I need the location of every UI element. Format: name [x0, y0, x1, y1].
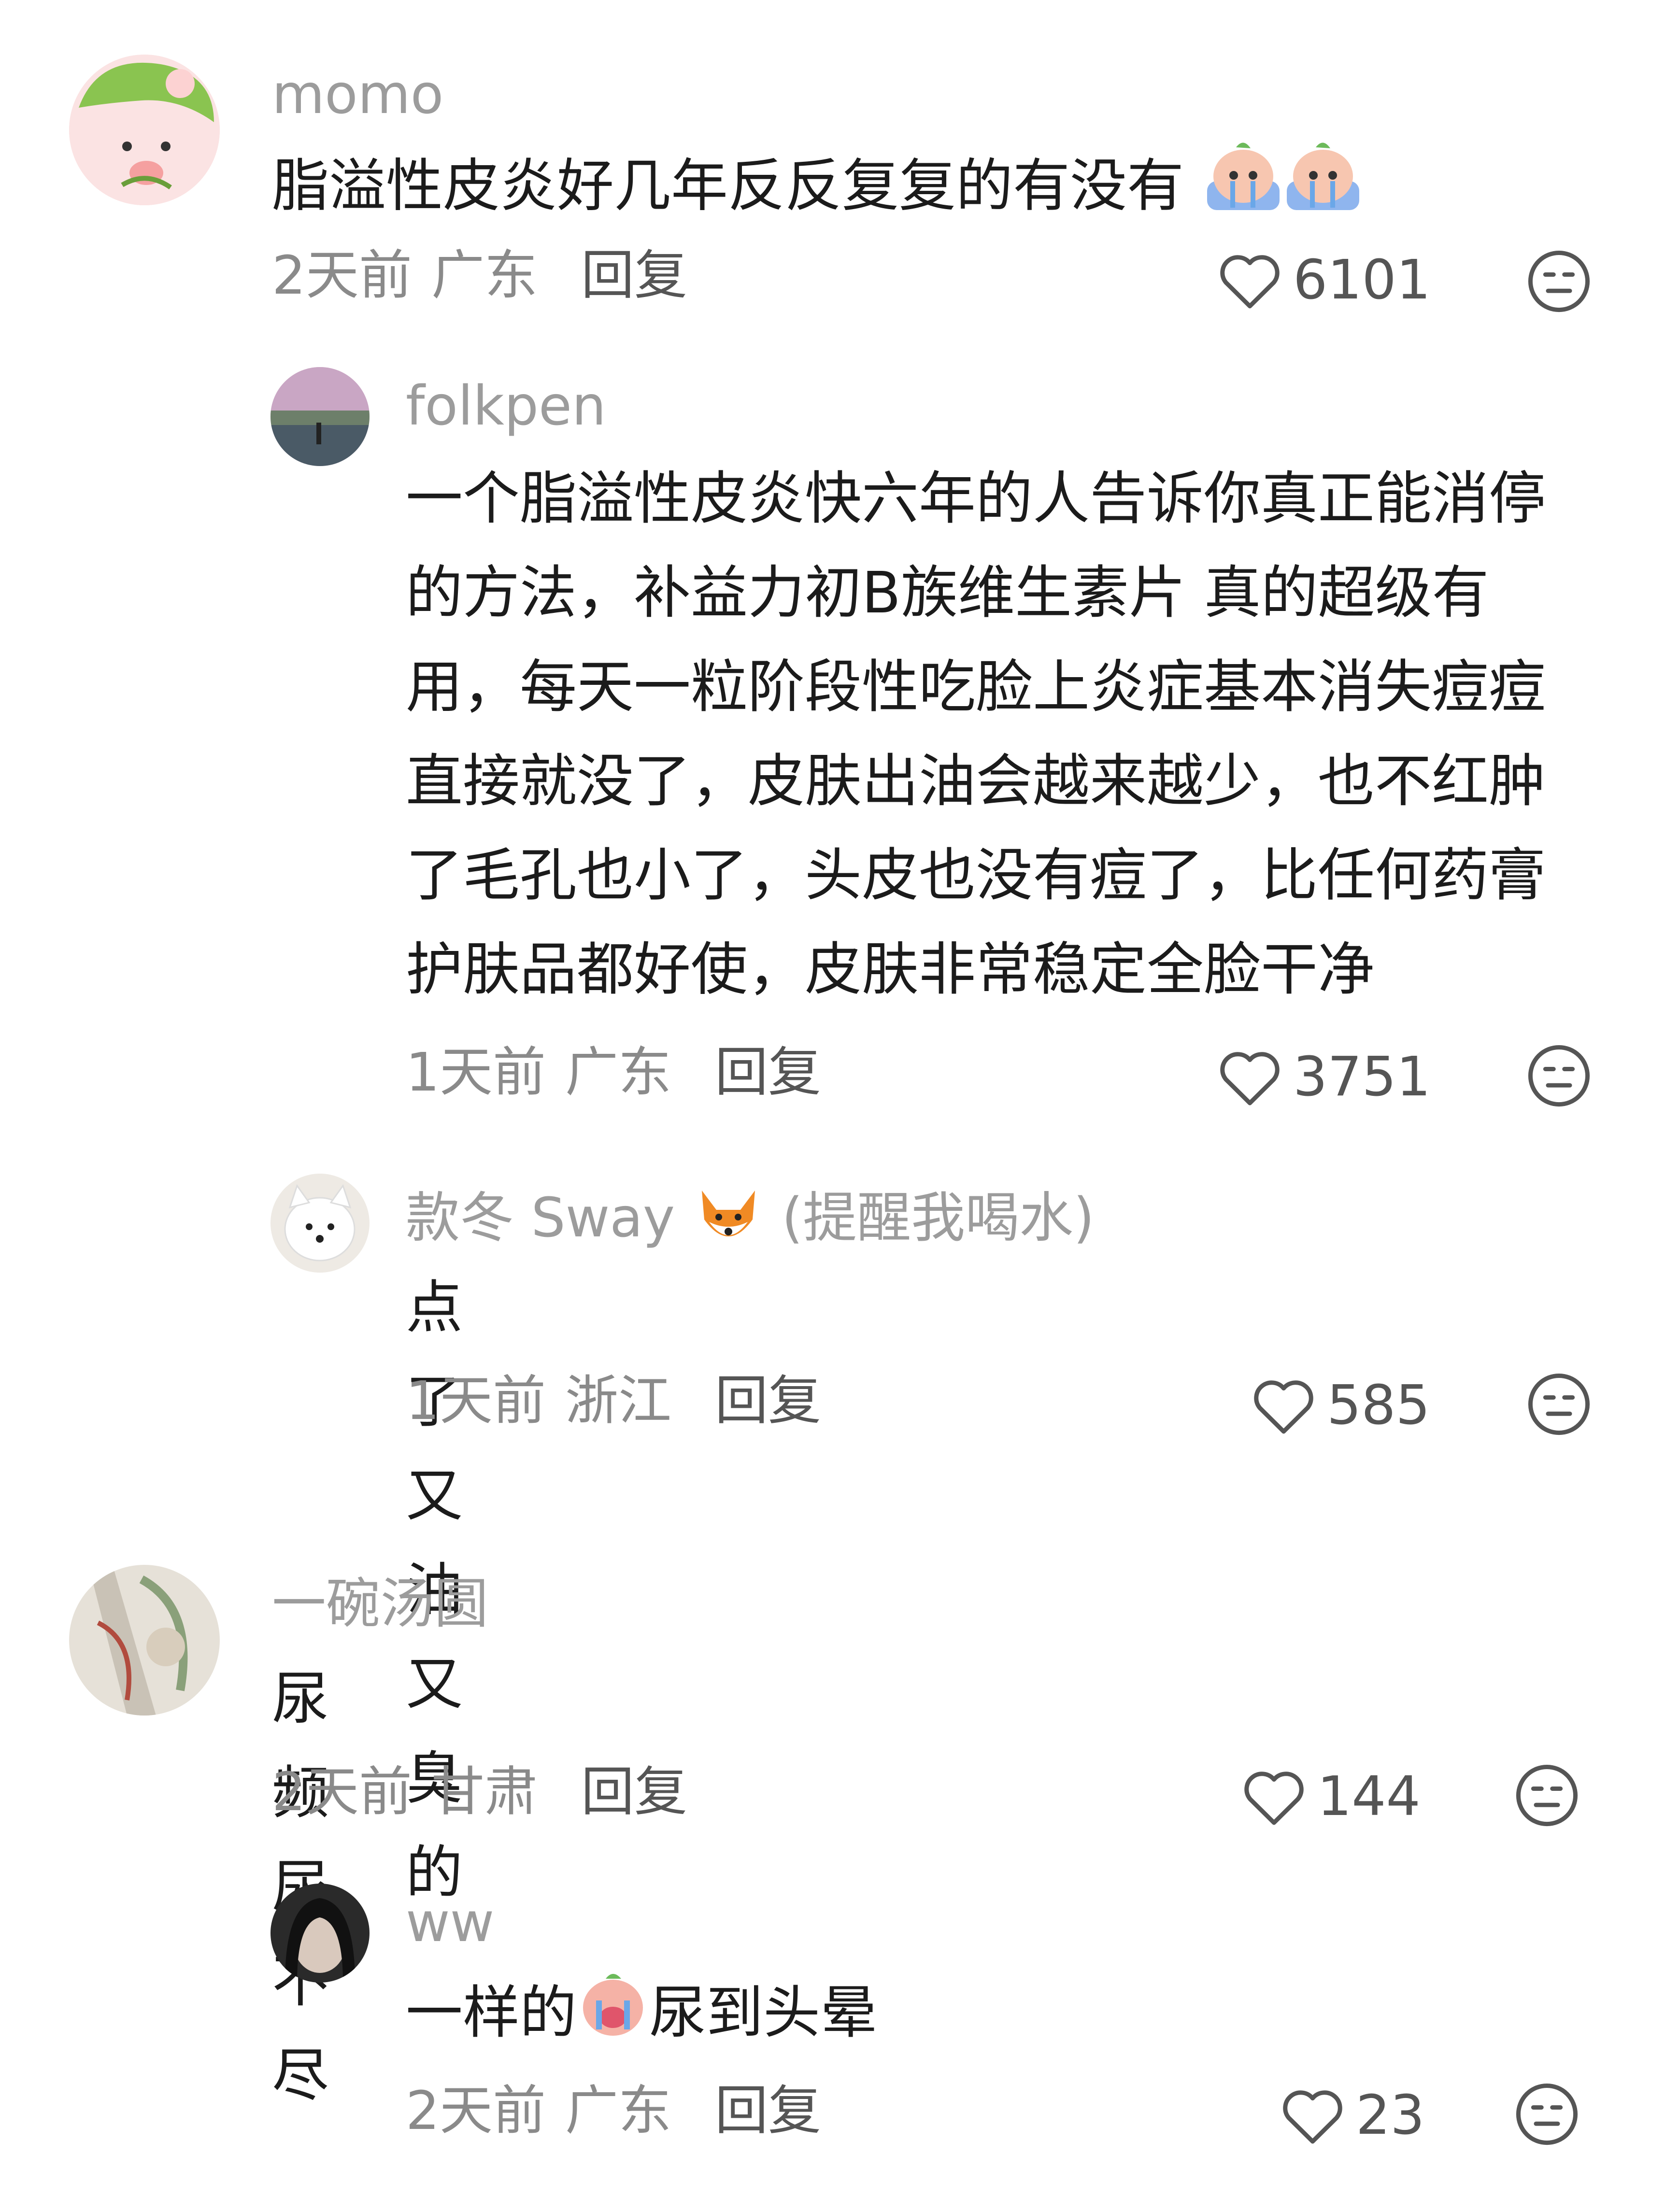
comment-text: 一个脂溢性皮炎快六年的人告诉你真正能消停的方法，补益力初B族维生素片 真的超级有… — [406, 465, 1546, 1003]
heart-outline-icon — [1220, 255, 1280, 308]
username[interactable]: ww — [406, 1896, 494, 1950]
reply-button[interactable]: 回复 — [715, 1370, 821, 1432]
avatar[interactable] — [69, 1565, 220, 1716]
heart-outline-icon — [1220, 1051, 1280, 1105]
like-count: 144 — [1317, 1765, 1421, 1828]
comment-meta: 1天前 广东 回复 — [406, 1046, 821, 1099]
timestamp: 2天前 — [272, 1761, 412, 1823]
like-button[interactable]: 3751 — [1217, 1046, 1431, 1108]
comment-meta: 2天前 广东 回复 — [272, 249, 687, 302]
crying-peach-emoji — [1202, 138, 1362, 242]
comment-text-after: 尿到头晕 — [649, 1979, 878, 2046]
like-button[interactable]: 6101 — [1217, 249, 1431, 312]
timestamp: 1天前 — [406, 1041, 546, 1103]
reply-button[interactable]: 回复 — [581, 244, 687, 306]
username[interactable]: momo — [272, 68, 443, 122]
fox-emoji — [692, 1186, 765, 1257]
username[interactable]: folkpen — [406, 379, 606, 433]
avatar[interactable] — [270, 367, 370, 466]
comment-text-content: 脂溢性皮炎好几年反反复复的有没有 — [272, 152, 1184, 219]
neutral-face-icon[interactable] — [1526, 1043, 1592, 1110]
avatar[interactable] — [69, 55, 220, 205]
heart-outline-icon — [1283, 2090, 1342, 2143]
username[interactable]: 款冬 Sway (提醒我喝水) — [406, 1186, 1095, 1257]
avatar[interactable] — [270, 1174, 370, 1273]
location: 广东 — [565, 2080, 671, 2141]
username[interactable]: 一碗汤圆 — [272, 1577, 488, 1631]
crying-peach-emoji — [577, 1967, 649, 2067]
neutral-face-icon[interactable] — [1514, 2082, 1580, 2149]
avatar[interactable] — [270, 1884, 370, 1983]
username-suffix: (提醒我喝水) — [782, 1186, 1095, 1249]
timestamp: 2天前 — [272, 244, 412, 306]
comment-text-before: 一样的 — [406, 1979, 577, 2046]
username-text: 款冬 Sway — [406, 1186, 675, 1249]
location: 甘肃 — [431, 1761, 538, 1823]
heart-outline-icon — [1254, 1380, 1313, 1433]
comment-text: 脂溢性皮炎好几年反反复复的有没有 — [272, 138, 1576, 242]
reply-button[interactable]: 回复 — [715, 2080, 821, 2141]
reply-button[interactable]: 回复 — [715, 1041, 821, 1103]
timestamp: 2天前 — [406, 2080, 546, 2141]
like-button[interactable]: 23 — [1280, 2084, 1425, 2147]
location: 浙江 — [565, 1370, 671, 1432]
location: 广东 — [565, 1041, 671, 1103]
like-count: 585 — [1327, 1374, 1430, 1437]
heart-outline-icon — [1244, 1771, 1304, 1825]
like-button[interactable]: 144 — [1241, 1765, 1421, 1828]
like-count: 3751 — [1293, 1046, 1431, 1108]
reply-button[interactable]: 回复 — [581, 1761, 687, 1823]
comment-text: 一样的 尿到头晕 — [406, 1966, 877, 2067]
like-count: 23 — [1356, 2084, 1425, 2147]
comment-meta: 1天前 浙江 回复 — [406, 1374, 821, 1427]
like-count: 6101 — [1293, 249, 1431, 312]
neutral-face-icon[interactable] — [1526, 1372, 1592, 1439]
comment-meta: 2天前 甘肃 回复 — [272, 1765, 687, 1818]
timestamp: 1天前 — [406, 1370, 546, 1432]
comment-meta: 2天前 广东 回复 — [406, 2084, 821, 2137]
neutral-face-icon[interactable] — [1514, 1763, 1580, 1830]
location: 广东 — [431, 244, 538, 306]
like-button[interactable]: 585 — [1251, 1374, 1430, 1437]
neutral-face-icon[interactable] — [1526, 249, 1592, 316]
